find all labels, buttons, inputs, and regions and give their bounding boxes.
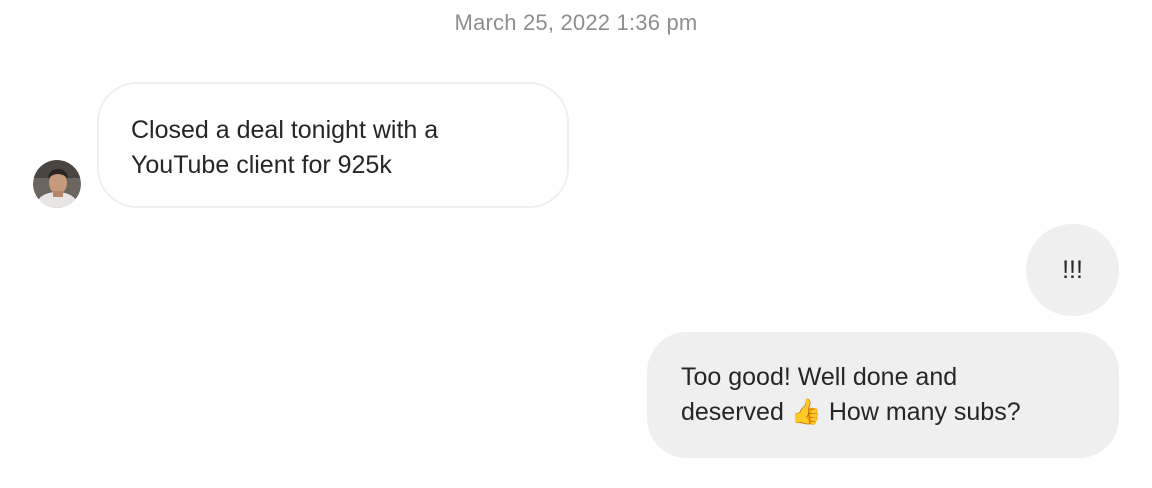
outgoing-message-bubble[interactable]: Too good! Well done and deserved 👍 How m… [647, 332, 1119, 458]
outgoing-message-bubble[interactable]: !!! [1026, 224, 1119, 316]
sender-avatar[interactable] [33, 160, 81, 208]
avatar-image [33, 160, 81, 208]
message-text-line: Too good! Well done and [681, 363, 958, 391]
message-thread: March 25, 2022 1:36 pm Closed a deal ton… [0, 0, 1152, 488]
message-text-line: Closed a deal tonight with a [131, 116, 439, 144]
message-timestamp: March 25, 2022 1:36 pm [454, 10, 698, 35]
incoming-message-bubble[interactable]: Closed a deal tonight with a YouTube cli… [97, 82, 569, 208]
message-text-line: YouTube client for 925k [131, 151, 392, 179]
message-text-line: deserved 👍 How many subs? [681, 398, 1021, 426]
message-text: !!! [1062, 255, 1083, 284]
